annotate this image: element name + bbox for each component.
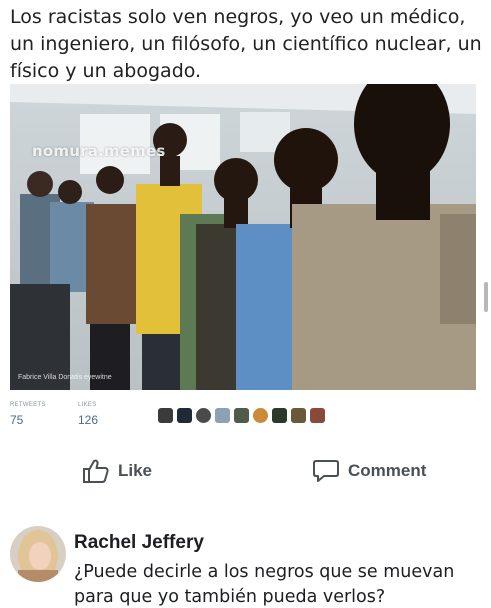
avatar-icon[interactable] xyxy=(196,408,211,423)
avatar-icon[interactable] xyxy=(253,408,268,423)
post-photo[interactable]: nomura.memes Fabrice Villa Donatis eyewi… xyxy=(10,84,476,390)
likes-label: LIKES xyxy=(78,402,97,408)
likes-stat[interactable]: LIKES 126 xyxy=(78,402,98,427)
watermark-text: nomura.memes xyxy=(32,142,166,160)
like-label: Like xyxy=(118,461,153,480)
avatar-icon[interactable] xyxy=(215,408,230,423)
comment-bubble-icon xyxy=(313,460,339,482)
avatar-icon[interactable] xyxy=(291,408,306,423)
retweets-label: RETWEETS xyxy=(10,402,46,408)
thumbs-up-icon xyxy=(83,459,109,483)
likes-count: 126 xyxy=(78,413,99,427)
photo-illustration xyxy=(10,84,476,390)
comment-label: Comment xyxy=(348,461,427,480)
comment-item: Rachel Jeffery ¿Puede decirle a los negr… xyxy=(10,526,491,608)
avatar-icon[interactable] xyxy=(272,408,287,423)
post-actions: Like Comment xyxy=(0,458,491,494)
avatar[interactable] xyxy=(10,526,66,582)
reaction-avatars xyxy=(158,408,325,428)
comment-author[interactable]: Rachel Jeffery xyxy=(74,532,204,554)
retweets-count: 75 xyxy=(10,413,24,427)
retweets-stat[interactable]: RETWEETS 75 xyxy=(10,402,46,427)
post-caption: Los racistas solo ven negros, yo veo un … xyxy=(10,6,482,82)
post-stats: RETWEETS 75 LIKES 126 xyxy=(10,402,160,436)
scrollbar-thumb[interactable] xyxy=(484,282,488,312)
comment-text: ¿Puede decirle a los negros que se mueva… xyxy=(74,562,455,607)
avatar-icon[interactable] xyxy=(234,408,249,423)
avatar-icon[interactable] xyxy=(158,408,173,423)
like-button[interactable]: Like xyxy=(82,458,152,484)
comment-button[interactable]: Comment xyxy=(312,458,426,484)
avatar-icon[interactable] xyxy=(310,408,325,423)
profile-photo-icon xyxy=(10,526,66,582)
photo-credit: Fabrice Villa Donatis eyewitne xyxy=(18,374,112,381)
avatar-icon[interactable] xyxy=(177,408,192,423)
